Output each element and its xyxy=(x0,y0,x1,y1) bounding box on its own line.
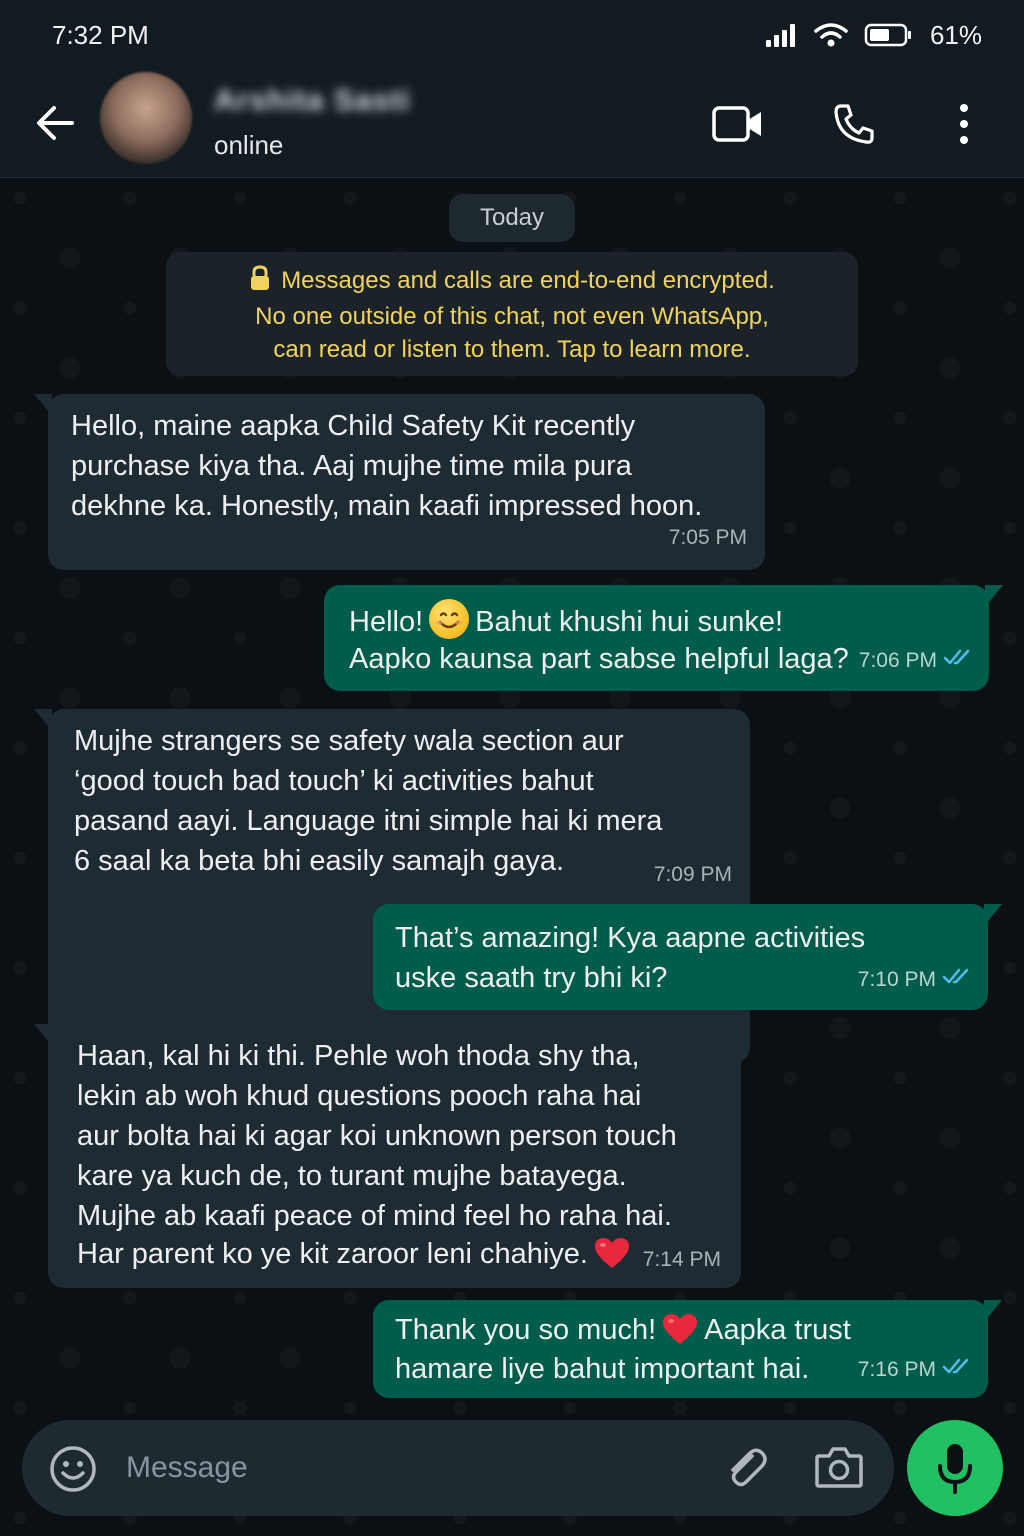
voice-call-button[interactable] xyxy=(826,96,882,152)
status-indicators: 61% xyxy=(764,20,982,51)
double-check-icon xyxy=(942,1350,972,1390)
attach-button[interactable] xyxy=(722,1444,770,1492)
video-call-button[interactable] xyxy=(710,96,766,152)
message-outgoing[interactable]: Thank you so much! Aapka trust hamare li… xyxy=(373,1300,1002,1398)
message-time: 7:06 PM xyxy=(858,649,937,672)
double-check-icon xyxy=(943,641,973,681)
chat-header: Arshita Sasti online xyxy=(0,70,1024,178)
avatar[interactable] xyxy=(100,72,192,164)
back-button[interactable] xyxy=(32,100,78,146)
message-text: Hello, maine aapka Child Safety Kit rece… xyxy=(71,410,703,522)
message-meta: 7:09 PM xyxy=(654,855,732,895)
message-text-part: Aapka trust xyxy=(704,1314,851,1346)
chat-area[interactable]: Today Messages and calls are end-to-end … xyxy=(0,178,1024,1536)
message-time: 7:10 PM xyxy=(857,968,936,991)
battery-icon xyxy=(864,22,914,48)
more-options-icon xyxy=(960,104,968,144)
message-meta: 7:05 PM xyxy=(669,518,747,558)
message-text: Mujhe strangers se safety wala section a… xyxy=(74,725,663,877)
message-meta: 7:16 PM xyxy=(858,1350,972,1390)
message-incoming[interactable]: Haan, kal hi ki thi. Pehle woh thoda shy… xyxy=(34,1024,741,1288)
emoji-icon xyxy=(50,1446,96,1492)
status-bar: 7:32 PM 61% xyxy=(0,0,1024,70)
smiling-face-emoji xyxy=(429,599,470,639)
message-outgoing[interactable]: Hello! Bahut khushi hui sunke! Aapko kau… xyxy=(324,585,1003,691)
voice-call-icon xyxy=(834,104,874,144)
message-text-part: Bahut khushi hui sunke! xyxy=(475,606,784,638)
message-meta: 7:14 PM xyxy=(643,1240,721,1280)
date-chip: Today xyxy=(449,194,575,242)
status-time: 7:32 PM xyxy=(52,19,149,50)
camera-icon xyxy=(815,1447,863,1488)
signal-icon xyxy=(764,22,798,48)
message-text-part: Hello! xyxy=(349,606,424,638)
mic-button[interactable] xyxy=(907,1420,1003,1516)
message-time: 7:14 PM xyxy=(642,1248,721,1271)
composer-bar xyxy=(22,1420,894,1516)
battery-percent: 61% xyxy=(929,19,982,50)
message-incoming[interactable]: Hello, maine aapka Child Safety Kit rece… xyxy=(34,394,765,570)
message-text-line2: Aapko kaunsa part sabse helpful laga? xyxy=(349,643,849,675)
encryption-notice-text: Messages and calls are end-to-end encryp… xyxy=(255,267,775,363)
message-time: 7:05 PM xyxy=(668,526,747,549)
message-text-last-line: Har parent ko ye kit zaroor leni chahiye… xyxy=(77,1234,636,1280)
message-time: 7:16 PM xyxy=(857,1358,936,1381)
message-meta: 7:10 PM xyxy=(858,960,972,1000)
red-heart-emoji xyxy=(594,1237,630,1280)
message-text-part: Thank you so much! xyxy=(395,1314,657,1346)
double-check-icon xyxy=(942,960,972,1000)
lock-icon xyxy=(249,265,271,300)
message-input[interactable] xyxy=(126,1442,686,1494)
contact-name[interactable]: Arshita Sasti xyxy=(214,84,410,118)
wifi-icon xyxy=(814,22,848,48)
camera-button[interactable] xyxy=(814,1444,864,1492)
mic-icon xyxy=(938,1444,972,1494)
message-text-line2: hamare liye bahut important hai. xyxy=(395,1353,810,1385)
message-text: Haan, kal hi ki thi. Pehle woh thoda shy… xyxy=(77,1040,677,1232)
back-arrow-icon xyxy=(37,106,74,140)
more-options-button[interactable] xyxy=(936,96,992,152)
message-text: Hello! Bahut khushi hui sunke! xyxy=(349,599,783,642)
message-time: 7:09 PM xyxy=(653,863,732,886)
video-call-icon xyxy=(712,106,761,142)
message-text: That’s amazing! Kya aapne activities usk… xyxy=(395,922,866,994)
message-meta: 7:06 PM xyxy=(859,641,973,681)
emoji-button[interactable] xyxy=(48,1444,98,1494)
contact-status: online xyxy=(214,130,284,160)
message-outgoing[interactable]: That’s amazing! Kya aapne activities usk… xyxy=(373,904,1002,1010)
encryption-notice[interactable]: Messages and calls are end-to-end encryp… xyxy=(166,252,858,376)
message-text-part: Har parent ko ye kit zaroor leni chahiye… xyxy=(77,1238,588,1270)
attach-icon xyxy=(731,1448,767,1487)
